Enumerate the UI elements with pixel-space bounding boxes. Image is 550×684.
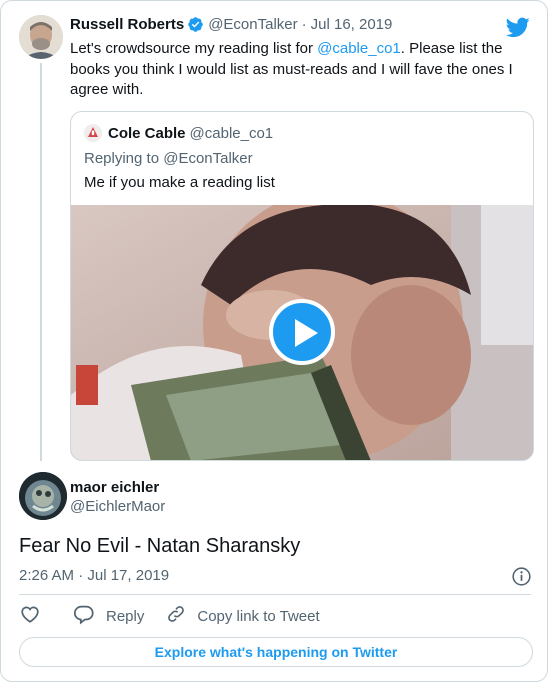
parent-handle[interactable]: @EconTalker [208, 16, 297, 33]
parent-author-name[interactable]: Russell Roberts [70, 16, 184, 33]
link-icon [166, 604, 186, 628]
parent-tweet-text: Let's crowdsource my reading list for @c… [70, 39, 530, 101]
replying-to-text: Replying to @EconTalker [84, 150, 253, 167]
mention-link[interactable]: @cable_co1 [317, 40, 401, 57]
reply-timestamp[interactable]: 2:26 AM · Jul 17, 2019 [19, 567, 169, 584]
reply-tweet-text: Fear No Evil - Natan Sharansky [19, 535, 301, 557]
maor-eichler-avatar[interactable] [19, 472, 67, 520]
action-bar: Reply Copy link to Tweet [19, 604, 320, 628]
parent-text-before: Let's crowdsource my reading list for [70, 40, 318, 57]
quoted-tweet-text: Me if you make a reading list [84, 174, 275, 191]
reply-label: Reply [106, 607, 145, 625]
heart-icon [19, 603, 41, 629]
copy-link-button[interactable]: Copy link to Tweet [166, 604, 320, 628]
video-thumbnail[interactable] [71, 205, 533, 460]
header-separator: · [301, 16, 307, 33]
info-icon[interactable] [511, 566, 532, 592]
quoted-tweet-header: Cole Cable @cable_co1 [84, 124, 273, 142]
parent-tweet-header: Russell Roberts @EconTalker · Jul 16, 20… [70, 16, 392, 33]
quoted-handle: @cable_co1 [189, 124, 274, 142]
play-button[interactable] [269, 299, 335, 365]
divider [19, 594, 531, 595]
reply-handle[interactable]: @EichlerMaor [70, 498, 165, 515]
quoted-tweet[interactable]: Cole Cable @cable_co1 Replying to @EconT… [70, 111, 534, 461]
verified-badge-icon [187, 16, 204, 33]
reply-author-name[interactable]: maor eichler [70, 479, 159, 496]
parent-date[interactable]: Jul 16, 2019 [311, 16, 393, 33]
russell-roberts-avatar[interactable] [19, 15, 63, 59]
reply-button[interactable]: Reply [73, 603, 144, 629]
tweet-embed-card: Russell Roberts @EconTalker · Jul 16, 20… [0, 0, 548, 682]
quoted-author-name: Cole Cable [108, 124, 186, 142]
explore-twitter-button[interactable]: Explore what's happening on Twitter [19, 637, 533, 667]
cole-cable-avatar [84, 124, 102, 142]
copy-link-label: Copy link to Tweet [197, 607, 320, 625]
like-button[interactable] [19, 603, 41, 629]
reply-icon [73, 603, 95, 629]
thread-connector-line [40, 63, 42, 461]
